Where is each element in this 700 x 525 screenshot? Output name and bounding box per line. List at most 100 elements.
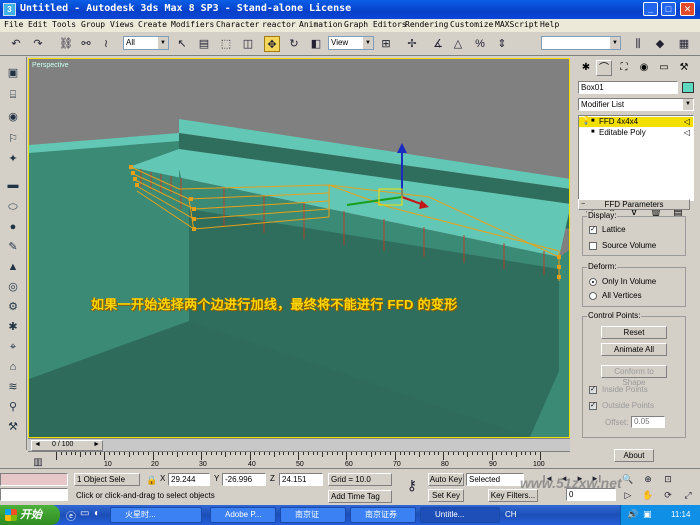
offset-spinner[interactable]: 0.05 <box>631 416 665 428</box>
redo-icon[interactable]: ↷ <box>30 36 46 52</box>
network-icon[interactable]: ▣ <box>643 509 652 520</box>
animate-all-button[interactable]: Animate All <box>601 343 667 356</box>
menu-edit[interactable]: Edit <box>28 20 47 29</box>
stack-item-ffd[interactable]: 💡 ■ FFD 4x4x4 ◁ <box>579 116 693 127</box>
x-coordinate[interactable]: 29.244 <box>168 473 210 486</box>
camera-icon[interactable]: ⌖ <box>5 339 21 355</box>
maxscript-mini-listener[interactable] <box>0 488 68 501</box>
render-scene-icon[interactable]: ⚐ <box>5 131 21 147</box>
perspective-viewport[interactable]: Perspective 如果一开始选择两个边进行加线，最终将不能进行 FFD 的… <box>28 58 570 438</box>
menu-character[interactable]: Character <box>216 20 259 29</box>
zoom-icon[interactable]: 🔍 <box>620 471 636 487</box>
conform-to-shape-button[interactable]: Conform to Shape <box>601 365 667 387</box>
object-name-field[interactable]: Box01 <box>578 81 678 94</box>
maximize-button[interactable]: □ <box>661 2 676 16</box>
all-vertices-radio[interactable] <box>589 292 597 300</box>
minimize-button[interactable]: _ <box>643 2 658 16</box>
scale-icon[interactable]: ◧ <box>308 36 324 52</box>
menu-reactor[interactable]: reactor <box>262 20 296 29</box>
outside-points-checkbox[interactable]: ✓ <box>589 402 597 410</box>
inside-points-checkbox[interactable]: ✓ <box>589 386 597 394</box>
quick-launch-ie-icon[interactable]: ⓔ <box>66 508 76 523</box>
curve-editor-icon[interactable]: ▣ <box>5 65 21 81</box>
menu-graph-editors[interactable]: Graph Editors <box>344 20 407 29</box>
quick-render-icon[interactable]: ✦ <box>5 151 21 167</box>
hierarchy-tab-icon[interactable]: ⛶ <box>616 60 632 76</box>
geosphere-icon[interactable]: ✎ <box>5 239 21 255</box>
y-coordinate[interactable]: -26.996 <box>222 473 266 486</box>
utilities-tab-icon[interactable]: ⚒ <box>676 60 692 76</box>
system-icon[interactable]: ⚲ <box>5 399 21 415</box>
layer-manager-icon[interactable]: ▦ <box>676 36 692 52</box>
pivot-center-icon[interactable]: ⊞ <box>378 36 394 52</box>
utility-icon[interactable]: ⚒ <box>5 419 21 435</box>
display-tab-icon[interactable]: ▭ <box>656 60 672 76</box>
material-editor-icon[interactable]: ◉ <box>5 109 21 125</box>
key-filter-selection[interactable]: Selected <box>466 473 524 486</box>
angle-snap-icon[interactable]: △ <box>450 36 466 52</box>
about-button[interactable]: About <box>614 449 654 462</box>
zoom-all-icon[interactable]: ⊕ <box>640 471 656 487</box>
reference-coordinate-dropdown[interactable]: View ▼ <box>328 36 374 50</box>
torus-icon[interactable]: ◎ <box>5 279 21 295</box>
task-item[interactable]: 火星时... <box>110 507 202 523</box>
create-tab-icon[interactable]: ✱ <box>578 60 594 76</box>
expand-icon[interactable]: ■ <box>591 118 595 124</box>
undo-icon[interactable]: ↶ <box>8 36 24 52</box>
select-and-link-icon[interactable]: ⛓ <box>58 36 74 52</box>
set-key-button[interactable]: Set Key <box>428 489 464 502</box>
helper-icon[interactable]: ⌂ <box>5 359 21 375</box>
menu-animation[interactable]: Animation <box>299 20 342 29</box>
cone-icon[interactable]: ▲ <box>5 259 21 275</box>
align-icon[interactable]: ◆ <box>652 36 668 52</box>
close-button[interactable]: ✕ <box>680 2 695 16</box>
modifier-list-dropdown[interactable]: Modifier List ▼ <box>578 98 694 111</box>
named-selection-sets-dropdown[interactable]: ▼ <box>541 36 621 50</box>
viewport-label[interactable]: Perspective <box>32 62 69 69</box>
rectangular-selection-icon[interactable]: ⬚ <box>218 36 234 52</box>
maxscript-listener[interactable] <box>0 473 68 486</box>
menu-maxscript[interactable]: MAXScript <box>495 20 538 29</box>
percent-snap-icon[interactable]: % <box>472 36 488 52</box>
menu-modifiers[interactable]: Modifiers <box>171 20 214 29</box>
reset-button[interactable]: Reset <box>601 326 667 339</box>
pan-icon[interactable]: ✋ <box>640 487 656 503</box>
lightbulb-icon[interactable]: 💡 <box>581 116 591 125</box>
menu-help[interactable]: Help <box>540 20 559 29</box>
field-of-view-icon[interactable]: ▷ <box>620 487 636 503</box>
cylinder-icon[interactable]: ⬭ <box>5 199 21 215</box>
window-crossing-icon[interactable]: ◫ <box>240 36 256 52</box>
set-key-icon[interactable]: ⚷ <box>404 477 420 493</box>
source-volume-checkbox[interactable] <box>589 242 597 250</box>
key-mode-icon[interactable]: ▥ <box>30 455 46 471</box>
menu-tools[interactable]: Tools <box>52 20 76 29</box>
menu-group[interactable]: Group <box>81 20 105 29</box>
snaps-toggle-icon[interactable]: ∡ <box>430 36 446 52</box>
mirror-icon[interactable]: ⫼ <box>630 36 646 52</box>
spinner-snap-icon[interactable]: ⇕ <box>494 36 510 52</box>
task-item[interactable]: 南京证券 <box>350 507 416 523</box>
space-warp-icon[interactable]: ≋ <box>5 379 21 395</box>
maximize-viewport-icon[interactable]: ⤢ <box>680 487 696 503</box>
quick-launch-media-icon[interactable]: ◐ <box>94 508 100 519</box>
light-icon[interactable]: ✱ <box>5 319 21 335</box>
unlink-icon[interactable]: ⚯ <box>78 36 94 52</box>
menu-file[interactable]: File <box>4 20 23 29</box>
time-slider[interactable]: ◄ 0 / 100 ► <box>28 438 570 451</box>
bind-space-warp-icon[interactable]: ≀ <box>98 36 114 52</box>
sphere-icon[interactable]: ● <box>5 219 21 235</box>
track-bar[interactable]: 10 20 30 40 50 60 70 80 90 100 <box>28 451 570 468</box>
only-in-volume-radio[interactable] <box>589 278 597 286</box>
select-manipulate-icon[interactable]: ✢ <box>404 36 420 52</box>
start-button[interactable]: 开始 <box>0 505 60 525</box>
selection-filter-dropdown[interactable]: All ▼ <box>123 36 169 50</box>
menu-customize[interactable]: Customize <box>450 20 493 29</box>
volume-icon[interactable]: 🔊 <box>627 509 638 520</box>
expand-icon[interactable]: ■ <box>591 129 595 135</box>
move-icon[interactable]: ✥ <box>264 36 280 52</box>
zoom-extents-icon[interactable]: ⊡ <box>660 471 676 487</box>
create-box-icon[interactable]: ▬ <box>5 177 21 193</box>
auto-key-button[interactable]: Auto Key <box>428 473 464 486</box>
menu-rendering[interactable]: Rendering <box>405 20 448 29</box>
z-coordinate[interactable]: 24.151 <box>279 473 323 486</box>
